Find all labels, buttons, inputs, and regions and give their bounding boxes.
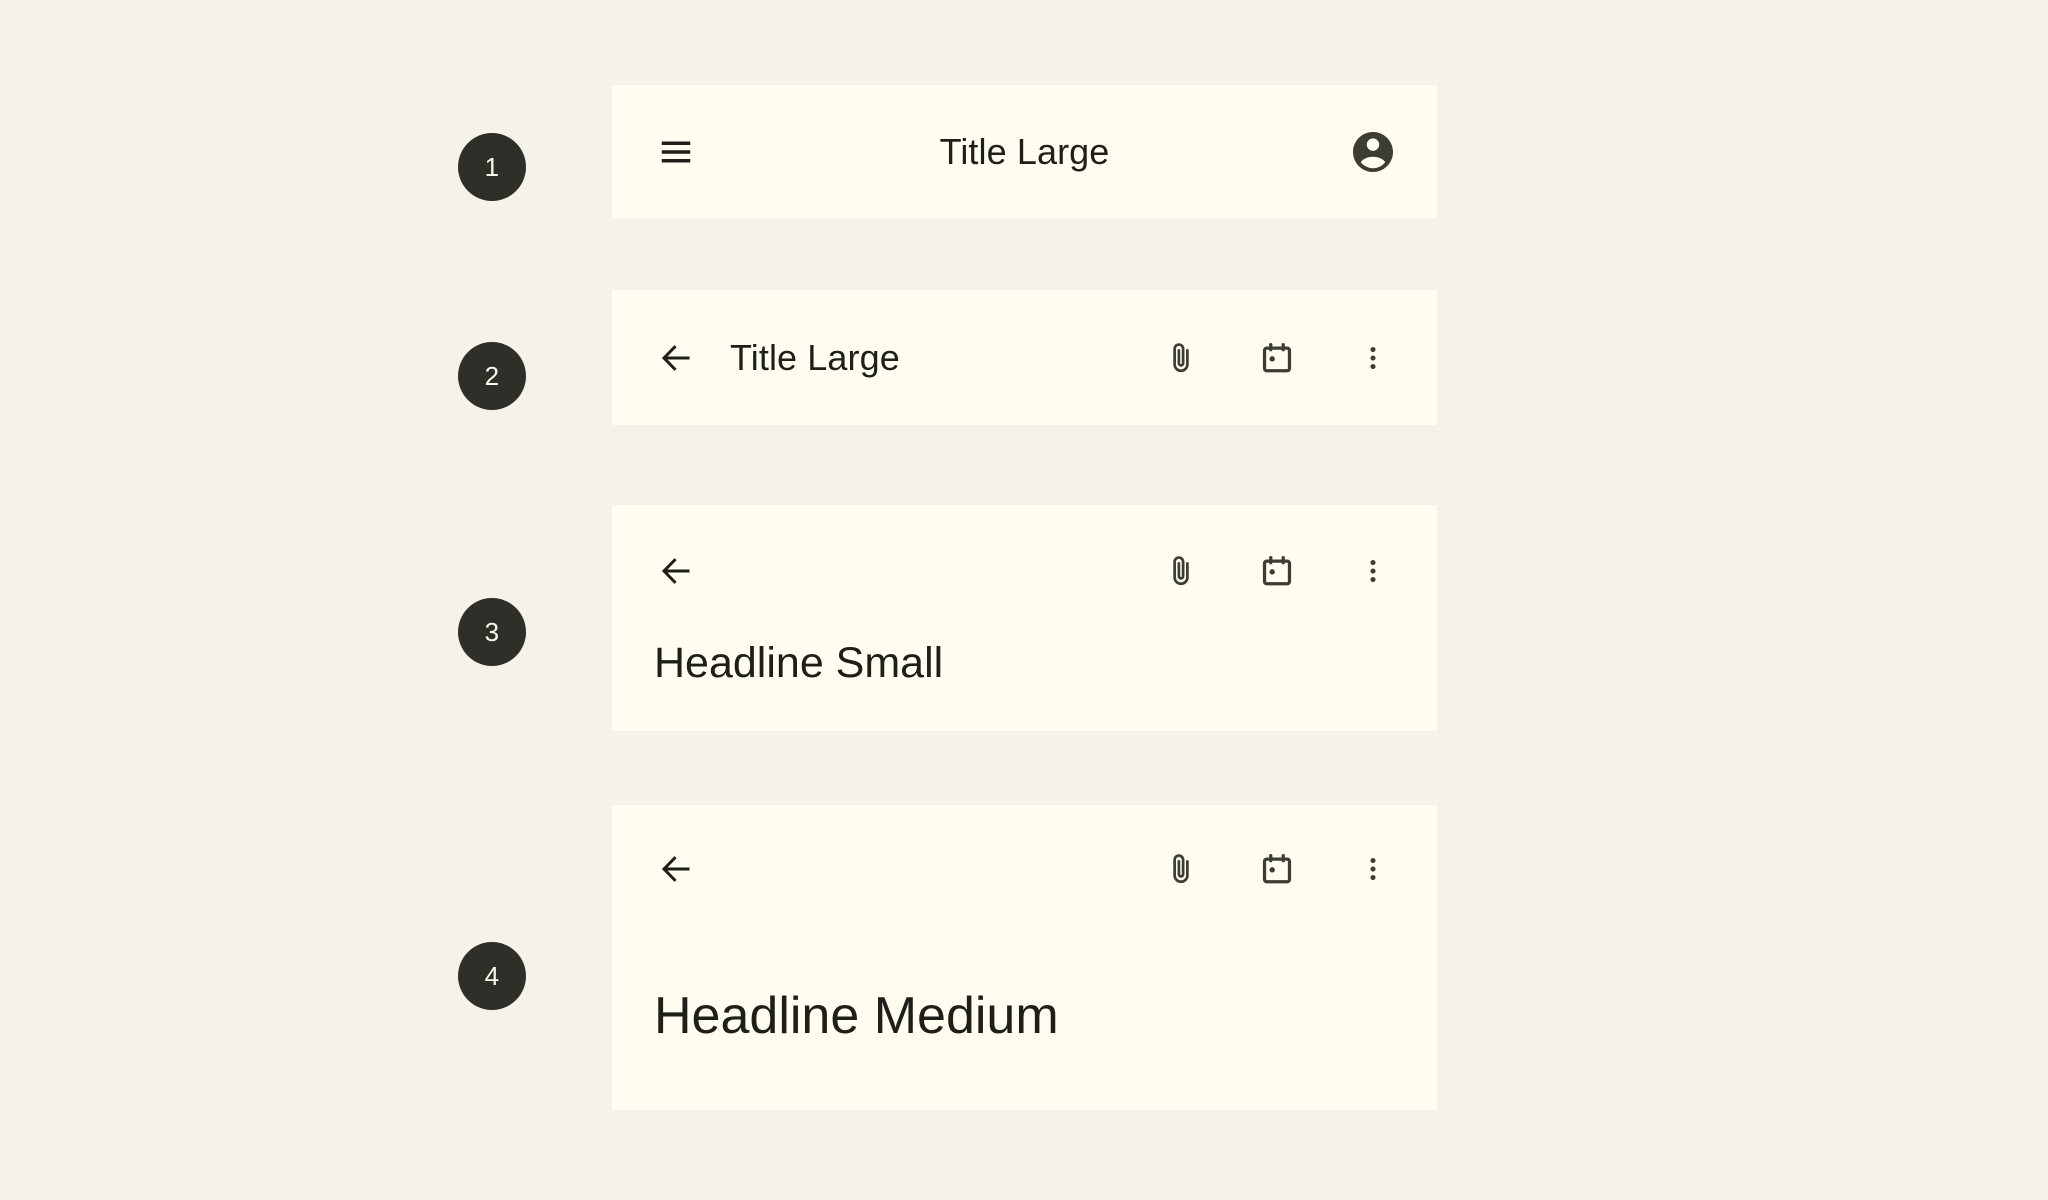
account-circle-icon-button[interactable] bbox=[1341, 120, 1405, 184]
trailing-actions bbox=[1149, 326, 1405, 390]
more-vert-icon bbox=[1358, 854, 1388, 884]
calendar-today-icon bbox=[1260, 341, 1294, 375]
small-top-app-bar: Title Large bbox=[612, 290, 1437, 425]
more-vert-icon-button[interactable] bbox=[1341, 326, 1405, 390]
back-arrow-icon-button[interactable] bbox=[644, 837, 708, 901]
large-top-app-bar: Headline Medium bbox=[612, 805, 1437, 1110]
medium-top-app-bar: Headline Small bbox=[612, 505, 1437, 731]
calendar-today-icon-button[interactable] bbox=[1245, 837, 1309, 901]
app-bar-action-row bbox=[644, 821, 1405, 917]
back-arrow-icon-button[interactable] bbox=[644, 539, 708, 603]
top-app-bar-specimen-sheet: 1 2 3 4 Title Large Title Large Headline… bbox=[0, 0, 2048, 1200]
step-badge-4: 4 bbox=[458, 942, 526, 1010]
calendar-today-icon-button[interactable] bbox=[1245, 326, 1309, 390]
app-bar-headline: Headline Medium bbox=[654, 987, 1059, 1045]
more-vert-icon bbox=[1358, 556, 1388, 586]
back-arrow-icon-button[interactable] bbox=[644, 326, 708, 390]
attach-file-icon-button[interactable] bbox=[1149, 837, 1213, 901]
headline-container: Headline Small bbox=[644, 619, 1405, 689]
calendar-today-icon-button[interactable] bbox=[1245, 539, 1309, 603]
back-arrow-icon bbox=[658, 553, 694, 589]
center-aligned-top-app-bar: Title Large bbox=[612, 85, 1437, 218]
more-vert-icon bbox=[1358, 343, 1388, 373]
app-bar-title: Title Large bbox=[730, 336, 900, 378]
attach-file-icon-button[interactable] bbox=[1149, 539, 1213, 603]
attach-file-icon-button[interactable] bbox=[1149, 326, 1213, 390]
trailing-actions bbox=[1149, 539, 1405, 603]
calendar-today-icon bbox=[1260, 852, 1294, 886]
more-vert-icon-button[interactable] bbox=[1341, 539, 1405, 603]
attach-file-icon bbox=[1164, 554, 1198, 588]
more-vert-icon-button[interactable] bbox=[1341, 837, 1405, 901]
app-bar-headline: Headline Small bbox=[654, 639, 944, 687]
trailing-actions bbox=[1149, 837, 1405, 901]
app-bar-action-row bbox=[644, 523, 1405, 619]
menu-icon-button[interactable] bbox=[644, 120, 708, 184]
step-badge-1: 1 bbox=[458, 133, 526, 201]
back-arrow-icon bbox=[658, 851, 694, 887]
attach-file-icon bbox=[1164, 852, 1198, 886]
app-bar-title: Title Large bbox=[939, 130, 1110, 172]
back-arrow-icon bbox=[658, 340, 694, 376]
step-badge-2: 2 bbox=[458, 342, 526, 410]
account-circle-icon bbox=[1349, 128, 1397, 176]
headline-container: Headline Medium bbox=[644, 917, 1405, 1047]
title-container: Title Large bbox=[708, 130, 1341, 173]
attach-file-icon bbox=[1164, 341, 1198, 375]
menu-icon bbox=[657, 133, 695, 171]
calendar-today-icon bbox=[1260, 554, 1294, 588]
step-badge-3: 3 bbox=[458, 598, 526, 666]
